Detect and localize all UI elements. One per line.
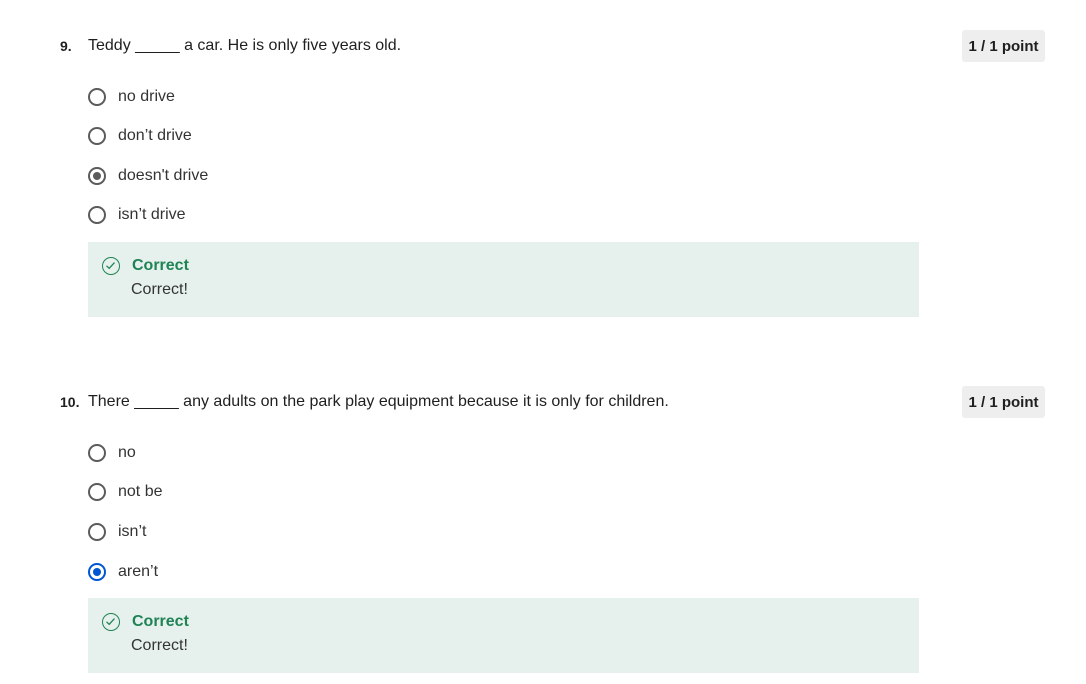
feedback-message: Correct!	[131, 637, 188, 654]
option-label: not be	[118, 483, 163, 500]
option-label: no drive	[118, 88, 175, 105]
option-isnt[interactable]: isn’t	[86, 520, 146, 544]
question-number: 10.	[60, 394, 80, 410]
radio-button[interactable]	[88, 523, 106, 541]
option-label: isn’t	[118, 523, 147, 540]
radio-button[interactable]	[88, 483, 106, 501]
radio-button-selected[interactable]	[88, 167, 106, 185]
option-doesnt-drive[interactable]: doesn't drive	[86, 164, 208, 188]
radio-button-selected[interactable]	[88, 563, 106, 581]
option-dont-drive[interactable]: don’t drive	[86, 124, 192, 148]
feedback-message: Correct!	[131, 281, 188, 298]
question-text: Teddy _____ a car. He is only five years…	[88, 37, 402, 54]
option-not-be[interactable]: not be	[86, 480, 162, 504]
radio-button[interactable]	[88, 206, 106, 224]
check-circle-icon	[102, 613, 120, 631]
option-label: aren’t	[118, 563, 159, 580]
radio-button[interactable]	[88, 88, 106, 106]
option-label: don’t drive	[118, 127, 192, 144]
option-label: no	[118, 444, 136, 461]
points-badge: 1 / 1 point	[962, 386, 1045, 418]
option-no-drive[interactable]: no drive	[86, 85, 175, 109]
option-isnt-drive[interactable]: isn’t drive	[86, 203, 186, 227]
radio-button[interactable]	[88, 127, 106, 145]
points-badge: 1 / 1 point	[962, 30, 1045, 62]
feedback-title: Correct	[132, 613, 189, 630]
feedback-panel: Correct Correct!	[88, 242, 919, 317]
feedback-title: Correct	[132, 257, 189, 274]
check-circle-icon	[102, 257, 120, 275]
option-label: doesn't drive	[118, 167, 209, 184]
question-number: 9.	[60, 38, 72, 54]
option-label: isn’t drive	[118, 206, 186, 223]
option-no[interactable]: no	[86, 441, 136, 465]
radio-button[interactable]	[88, 444, 106, 462]
feedback-panel: Correct Correct!	[88, 598, 919, 673]
option-arent[interactable]: aren’t	[86, 560, 158, 584]
question-text: There _____ any adults on the park play …	[88, 393, 669, 410]
